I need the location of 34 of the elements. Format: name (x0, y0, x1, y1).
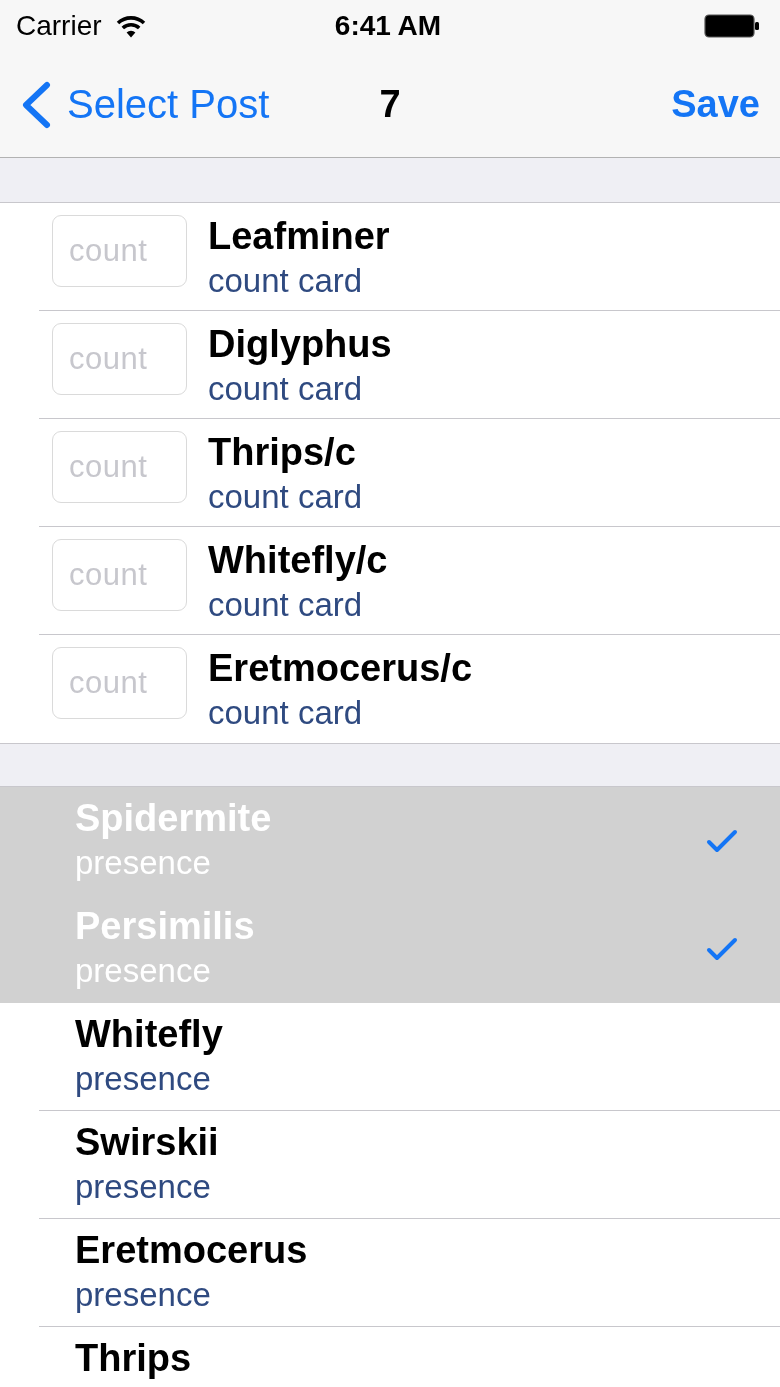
chevron-left-icon (20, 80, 52, 129)
row-title: Whitefly (75, 1012, 223, 1056)
row-title: Diglyphus (208, 322, 392, 366)
row-subtitle: count card (208, 370, 364, 408)
row-title: Thrips/c (208, 430, 357, 474)
row-subtitle: presence (75, 1060, 212, 1098)
row-subtitle: count card (208, 694, 364, 732)
count-field[interactable]: count (52, 215, 187, 287)
row-subtitle: count card (208, 586, 364, 624)
row-subtitle: presence (75, 1168, 212, 1206)
row-subtitle: count card (208, 478, 363, 516)
count-field[interactable]: count (52, 539, 187, 611)
save-button[interactable]: Save (671, 83, 760, 126)
row-subtitle: count card (208, 262, 364, 300)
count-field[interactable]: count (52, 431, 187, 503)
list-row[interactable]: Swirskii presence (0, 1111, 780, 1219)
list-row[interactable]: Thrips (0, 1327, 780, 1387)
list-row[interactable]: Whitefly presence (0, 1003, 780, 1111)
row-title: Eretmocerus (75, 1228, 308, 1272)
count-field[interactable]: count (52, 323, 187, 395)
wifi-icon (115, 14, 146, 38)
row-subtitle: presence (75, 1276, 212, 1314)
row-title: Swirskii (75, 1120, 219, 1164)
back-button[interactable]: Select Post (20, 80, 270, 129)
battery-icon (704, 14, 760, 38)
count-field[interactable]: count (52, 647, 187, 719)
navigation-title: 7 (379, 83, 401, 126)
carrier-name: Carrier (16, 10, 102, 42)
row-title: Eretmocerus/c (208, 646, 472, 690)
status-time: 6:41 AM (334, 10, 442, 42)
row-title: Whitefly/c (208, 538, 388, 582)
list-row[interactable]: Eretmocerus presence (0, 1219, 780, 1327)
row-title: Thrips (75, 1336, 192, 1380)
row-title: Leafminer (208, 214, 390, 258)
